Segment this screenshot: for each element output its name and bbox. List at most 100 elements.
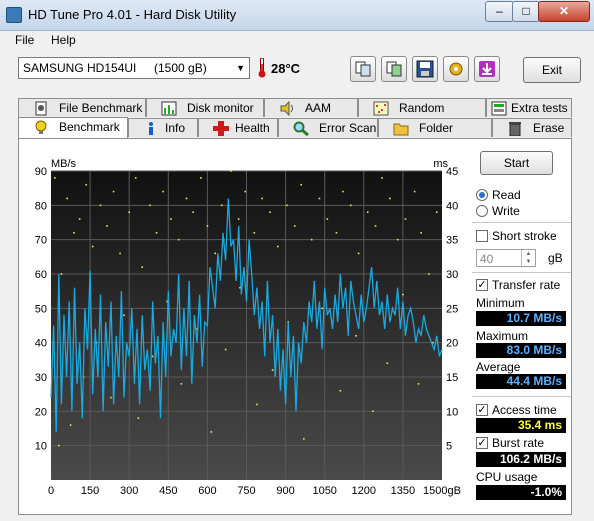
save-button[interactable] <box>412 56 438 82</box>
tab-info[interactable]: Info <box>128 118 198 137</box>
tab-file-benchmark[interactable]: File Benchmark <box>18 98 146 117</box>
access-time-point <box>185 197 188 200</box>
drive-size: (1500 gB) <box>154 61 207 75</box>
access-time-point <box>402 293 404 296</box>
tab-aam[interactable]: AAM <box>264 98 358 117</box>
access-time-point <box>276 245 279 248</box>
access-time-point <box>420 232 422 234</box>
access-time-point <box>300 183 303 186</box>
access-time-point <box>151 355 154 358</box>
close-button[interactable]: ✕ <box>538 1 590 22</box>
access-time-point <box>253 232 256 234</box>
burst-rate-checkbox[interactable]: ✓ <box>476 437 488 449</box>
app-icon <box>6 7 22 23</box>
access-time-point <box>237 218 240 220</box>
divider <box>472 222 571 223</box>
tab-benchmark[interactable]: Benchmark <box>18 117 128 138</box>
y-right-tick-label: 5 <box>446 441 452 453</box>
y-left-axis-label: MB/s <box>51 158 77 170</box>
access-time-point <box>99 204 102 207</box>
write-radio[interactable] <box>476 205 488 217</box>
stepper-arrows-icon[interactable]: ▲ ▼ <box>521 250 535 266</box>
tab-extra-tests[interactable]: Extra tests <box>486 98 572 117</box>
access-time-point <box>134 177 137 179</box>
maximize-button[interactable]: □ <box>512 1 540 22</box>
extra-tests-icon <box>491 101 507 116</box>
transfer-rate-checkbox[interactable]: ✓ <box>476 279 488 291</box>
copy-screenshot-button[interactable] <box>381 56 407 82</box>
read-radio[interactable] <box>476 189 488 201</box>
y-left-tick-label: 40 <box>35 338 47 350</box>
tab-erase[interactable]: Erase <box>492 118 572 137</box>
minimum-label: Minimum <box>476 296 525 310</box>
copy-text-button[interactable] <box>350 56 376 82</box>
access-time-point <box>355 335 357 337</box>
menu-file[interactable]: File <box>15 33 34 47</box>
window-title: HD Tune Pro 4.01 - Hard Disk Utility <box>28 7 237 22</box>
download-button[interactable] <box>474 56 500 82</box>
tab-health[interactable]: Health <box>198 118 278 137</box>
access-time-point <box>58 444 60 447</box>
disk-monitor-icon <box>161 101 177 116</box>
access-time-point <box>180 383 183 385</box>
y-right-tick-label: 35 <box>446 235 458 247</box>
access-time-point <box>73 232 75 234</box>
options-button[interactable] <box>443 56 469 82</box>
access-time-point <box>404 218 407 220</box>
access-time-point <box>244 190 246 193</box>
access-time-point <box>293 225 296 227</box>
access-time-label: Access time <box>492 403 557 417</box>
access-time-point <box>366 211 369 213</box>
exit-button[interactable]: Exit <box>523 57 581 83</box>
x-tick-label: 450 <box>159 485 177 497</box>
options-icon <box>449 62 463 76</box>
y-left-tick-label: 70 <box>35 235 47 247</box>
tab-random-access[interactable]: Random Access <box>358 98 486 134</box>
y-left-tick-label: 10 <box>35 441 47 453</box>
toolbar: SAMSUNG HD154UI (1500 gB) ▼ 28°C Exit <box>8 53 586 89</box>
tab-folder-usage[interactable]: Folder Usage <box>378 118 492 154</box>
short-stroke-stepper[interactable]: 40 ▲ ▼ <box>476 249 536 267</box>
tab-label: Erase <box>533 121 565 135</box>
x-tick-label: 300 <box>120 485 138 497</box>
y-right-tick-label: 10 <box>446 406 458 418</box>
access-time-point <box>224 348 227 351</box>
drive-select[interactable]: SAMSUNG HD154UI (1500 gB) ▼ <box>18 57 250 79</box>
y-left-tick-label: 50 <box>35 303 47 315</box>
minimum-value: 10.7 MB/s <box>476 311 566 326</box>
access-time-point <box>303 438 305 440</box>
short-stroke-unit: gB <box>548 251 563 265</box>
access-time-point <box>78 218 81 220</box>
save-icon <box>416 60 434 78</box>
minimize-button[interactable]: – <box>485 1 514 22</box>
access-time-point <box>318 197 321 200</box>
access-time-point <box>214 252 217 255</box>
access-time-value: 35.4 ms <box>476 418 566 433</box>
access-time-point <box>112 190 115 193</box>
access-time-point <box>357 252 360 255</box>
access-time-point <box>60 273 63 275</box>
start-button[interactable]: Start <box>480 151 553 175</box>
access-time-point <box>220 204 223 207</box>
copy-text-icon <box>355 61 371 77</box>
y-right-tick-label: 15 <box>446 372 458 384</box>
x-tick-label: 0 <box>48 485 54 497</box>
access-time-checkbox[interactable]: ✓ <box>476 404 488 416</box>
access-time-point <box>413 190 416 193</box>
access-time-point <box>170 218 172 220</box>
info-icon <box>149 122 153 135</box>
short-stroke-value: 40 <box>480 252 494 266</box>
tab-disk-monitor[interactable]: Disk monitor <box>146 98 264 117</box>
y-right-axis-label: ms <box>433 158 448 170</box>
menu-help[interactable]: Help <box>51 33 76 47</box>
access-time-point <box>335 232 338 234</box>
transfer-rate-label: Transfer rate <box>492 278 561 292</box>
access-time-point <box>162 190 164 193</box>
tab-error-scan[interactable]: Error Scan <box>278 118 378 137</box>
access-time-point <box>349 204 352 207</box>
access-time-point <box>286 204 288 207</box>
tab-label: File Benchmark <box>59 101 143 115</box>
copy-screenshot-icon <box>386 61 402 77</box>
benchmark-chart: 10 20 30 40 50 60 70 80 90 5 10 15 20 25 30 35 40 45 0 150 3… <box>19 139 489 513</box>
short-stroke-checkbox[interactable] <box>476 230 488 242</box>
